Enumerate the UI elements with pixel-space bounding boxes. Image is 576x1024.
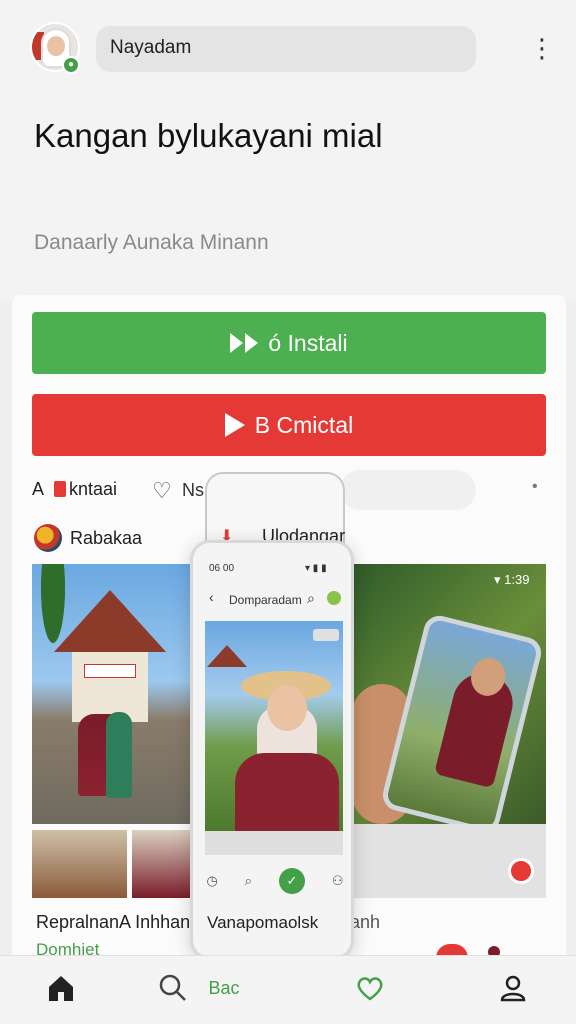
page-title: Kangan bylukayani mial bbox=[34, 117, 383, 154]
page-subtitle: Danaarly Aunaka Minann bbox=[34, 231, 269, 254]
font-icon: A bbox=[32, 478, 45, 499]
search-icon[interactable] bbox=[156, 968, 190, 1008]
uninstall-button[interactable]: B Cmictal bbox=[32, 394, 546, 456]
chip-second-label[interactable]: Ns bbox=[182, 480, 204, 501]
caption-left: RepralnanA Inhhant bbox=[36, 912, 196, 932]
building-wall bbox=[72, 652, 148, 722]
more-options-icon[interactable]: ⋮ bbox=[529, 34, 555, 64]
tag-icon bbox=[54, 481, 67, 497]
play-icon bbox=[224, 413, 245, 437]
install-button[interactable]: ó Instali bbox=[32, 312, 546, 374]
home-icon[interactable] bbox=[44, 968, 78, 1008]
held-phone bbox=[379, 612, 545, 824]
phone-page-title: Domparadam bbox=[229, 593, 302, 607]
chip-first-label: kntaai bbox=[69, 478, 118, 499]
avatar-face bbox=[47, 36, 65, 56]
people-figure-2 bbox=[106, 712, 132, 798]
chip-first[interactable]: A kntaai bbox=[32, 472, 117, 506]
phone-photo-face bbox=[267, 685, 307, 731]
phone-caption: Vanapomaolsk bbox=[207, 913, 319, 932]
thumbnail-2[interactable] bbox=[132, 830, 192, 898]
nav-middle-label[interactable]: Bac bbox=[204, 968, 244, 1008]
phone-mockup: 06 00 ▾ ▮ ▮ ‹ Domparadam ⌕ ◷ ⌕ ✓ ⚇ Vanap… bbox=[190, 540, 354, 960]
phone-status-time: 06 00 bbox=[209, 563, 235, 574]
fast-forward-icon bbox=[230, 333, 259, 353]
phone-photo-body bbox=[235, 753, 339, 831]
phone-user-icon[interactable]: ⚇ bbox=[332, 873, 344, 889]
back-arrow-icon[interactable]: ‹ bbox=[209, 589, 214, 605]
chip-pill[interactable] bbox=[340, 470, 476, 510]
phone-photo-strip bbox=[205, 831, 343, 855]
video-time: ▾ 1:39 bbox=[494, 572, 530, 587]
heart-outline-icon[interactable]: ♡ bbox=[152, 478, 172, 504]
phone-profile-dot[interactable] bbox=[327, 591, 341, 605]
thumbnail-1[interactable] bbox=[32, 830, 127, 898]
photo-village[interactable] bbox=[32, 564, 192, 824]
photo-phone-hand[interactable] bbox=[352, 564, 546, 824]
install-label: ó Instali bbox=[268, 329, 348, 356]
phone-nav: ◷ ⌕ ✓ ⚇ bbox=[193, 863, 351, 899]
dot-icon: • bbox=[532, 478, 538, 495]
phone-photo[interactable] bbox=[205, 621, 343, 831]
user-icon[interactable] bbox=[496, 968, 530, 1008]
bottom-nav: Bac bbox=[0, 955, 576, 1024]
building-sign bbox=[84, 664, 136, 678]
phone-check-icon[interactable]: ✓ bbox=[278, 868, 305, 894]
roof-shape bbox=[54, 590, 166, 652]
phone-clock-icon[interactable]: ◷ bbox=[206, 873, 217, 889]
phone-photo-roof bbox=[207, 645, 247, 667]
header-area: ● Nayadam ⋮ Kangan bylukayani mial Danaa… bbox=[0, 0, 576, 300]
phone-search-nav-icon[interactable]: ⌕ bbox=[245, 873, 252, 889]
phone-status-icons: ▾ ▮ ▮ bbox=[305, 563, 327, 574]
account-avatar[interactable] bbox=[34, 524, 62, 552]
search-bar[interactable]: Nayadam bbox=[96, 26, 476, 72]
caption-right: anh bbox=[350, 912, 381, 932]
online-badge-icon: ● bbox=[62, 56, 80, 74]
phone-search-icon[interactable]: ⌕ bbox=[307, 590, 315, 607]
record-icon[interactable] bbox=[508, 858, 534, 884]
heart-icon[interactable] bbox=[352, 968, 388, 1008]
phone-photo-tag bbox=[313, 629, 339, 641]
uninstall-label: B Cmictal bbox=[254, 411, 354, 438]
account-name[interactable]: Rabakaa bbox=[70, 528, 142, 549]
